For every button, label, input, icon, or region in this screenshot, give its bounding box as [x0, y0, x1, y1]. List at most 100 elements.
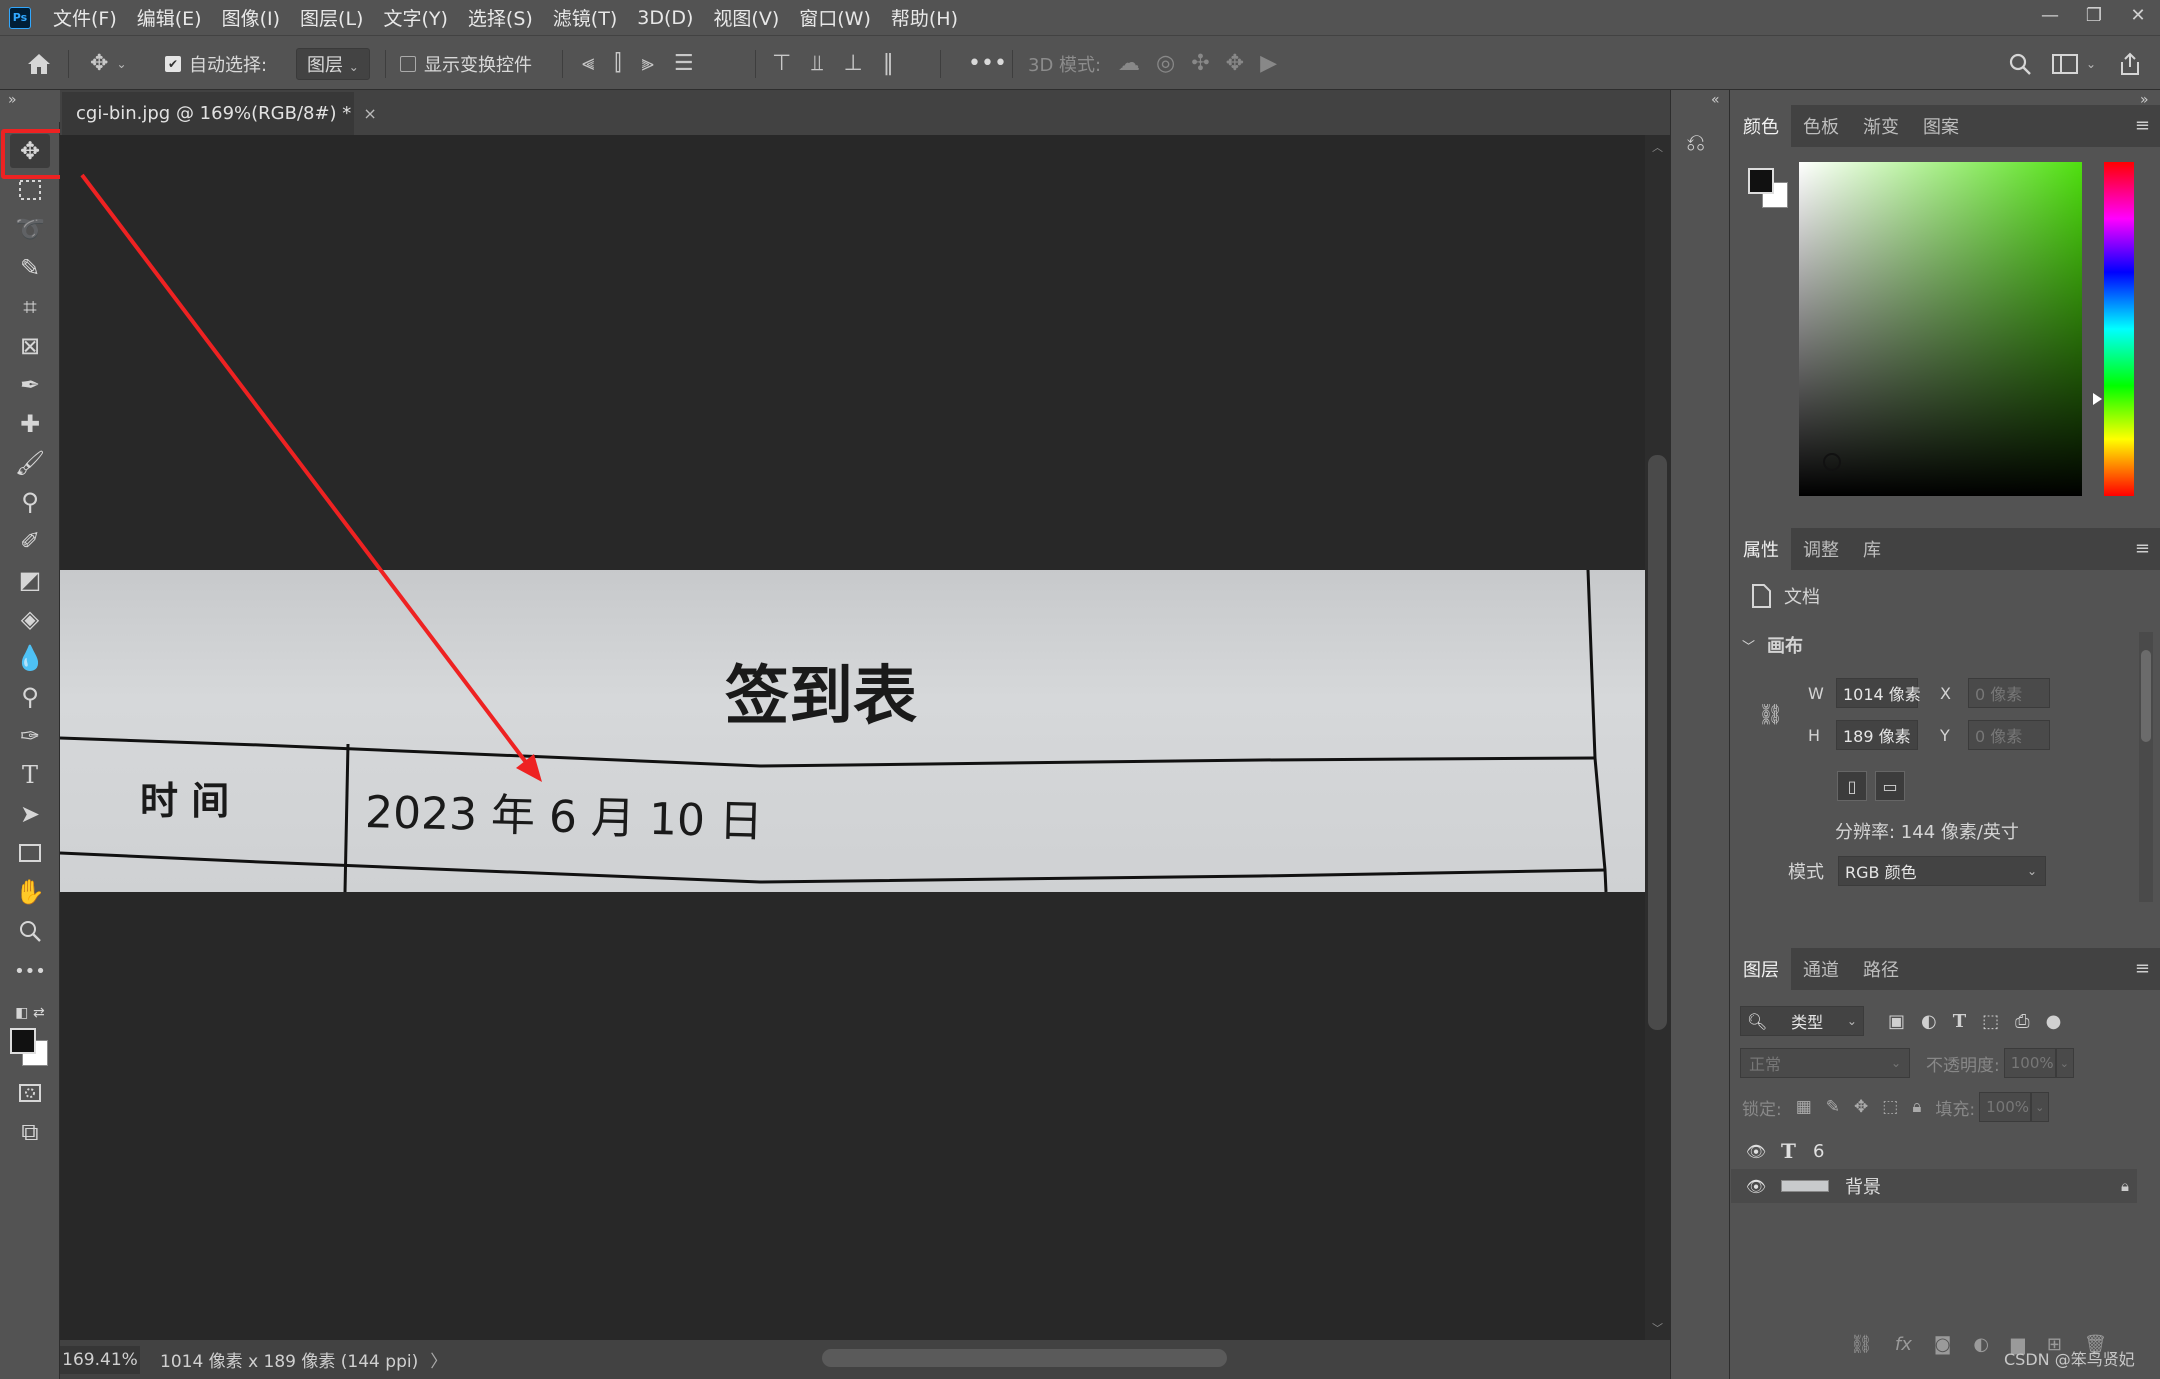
align-top-icon[interactable]: ⊤	[772, 51, 791, 76]
panel-menu-icon[interactable]: ≡	[2135, 958, 2150, 979]
blend-mode-dropdown[interactable]: 正常 ⌄	[1740, 1048, 1910, 1078]
lock-all-icon[interactable]: 🔒︎	[1912, 1097, 1921, 1117]
color-foreground-swatch[interactable]	[1748, 168, 1774, 194]
tab-properties[interactable]: 属性	[1731, 528, 1791, 570]
zoom-tool-icon[interactable]	[10, 914, 50, 948]
auto-select-checkbox[interactable]: ✔ 自动选择:	[165, 36, 267, 91]
link-layers-icon[interactable]: ⛓	[1850, 1334, 1873, 1355]
filter-toggle-icon[interactable]: ●	[2046, 1011, 2062, 1032]
zoom-level-field[interactable]: 169.41%	[60, 1345, 140, 1374]
tab-adjustments[interactable]: 调整	[1791, 528, 1851, 570]
tab-patterns[interactable]: 图案	[1911, 105, 1971, 147]
history-brush-tool-icon[interactable]: ✐	[10, 524, 50, 558]
restore-button[interactable]: ❐	[2072, 0, 2116, 30]
scroll-down-icon[interactable]: ﹀	[1652, 1320, 1663, 1336]
type-tool-icon[interactable]: T	[10, 758, 50, 792]
quick-mask-icon[interactable]	[10, 1076, 50, 1110]
hue-slider-marker[interactable]	[2093, 393, 2102, 405]
saturation-value-field[interactable]	[1799, 162, 2082, 496]
roll-3d-icon[interactable]: ◎	[1156, 51, 1175, 76]
history-panel-icon[interactable]: ⎌	[1686, 128, 1705, 156]
horizontal-scrollbar-thumb[interactable]	[822, 1349, 1227, 1367]
show-transform-checkbox[interactable]: 显示变换控件	[400, 36, 532, 91]
menu-file[interactable]: 文件(F)	[53, 4, 117, 31]
filter-pixel-icon[interactable]: ▣	[1888, 1011, 1905, 1032]
filter-type-icon[interactable]: T	[1953, 1011, 1966, 1032]
hand-tool-icon[interactable]: ✋	[10, 875, 50, 909]
eye-icon[interactable]: 👁︎	[1731, 1177, 1781, 1196]
close-button[interactable]: ✕	[2116, 0, 2160, 30]
layer-row-text[interactable]: 👁︎ T 6	[1731, 1134, 2137, 1168]
align-right-icon[interactable]: ⫸	[641, 51, 653, 76]
portrait-icon[interactable]: ▯	[1837, 771, 1867, 801]
dodge-tool-icon[interactable]: ⚲	[10, 680, 50, 714]
crop-tool-icon[interactable]: ⌗	[10, 290, 50, 324]
panel-menu-icon[interactable]: ≡	[2135, 115, 2150, 136]
scroll-up-icon[interactable]: ︿	[1652, 139, 1663, 155]
x-field[interactable]: 0 像素	[1968, 678, 2050, 708]
menu-layer[interactable]: 图层(L)	[300, 4, 363, 31]
opacity-field[interactable]: 100%	[2003, 1048, 2056, 1078]
align-vcenter-icon[interactable]: ⫫	[811, 51, 823, 76]
orbit-3d-icon[interactable]: ☁	[1118, 51, 1140, 76]
foreground-color-swatch[interactable]	[10, 1028, 36, 1054]
document-tab[interactable]: cgi-bin.jpg @ 169%(RGB/8#) * ×	[62, 92, 377, 135]
share-icon[interactable]	[2118, 36, 2142, 91]
canvas-section-header[interactable]: ﹀ 画布	[1742, 632, 1803, 658]
search-icon[interactable]	[2008, 36, 2032, 91]
layer-row-background[interactable]: 👁︎ 背景 🔒︎	[1731, 1169, 2137, 1203]
quick-selection-tool-icon[interactable]: ✎	[10, 251, 50, 285]
tab-gradients[interactable]: 渐变	[1851, 105, 1911, 147]
tab-channels[interactable]: 通道	[1791, 948, 1851, 990]
vertical-scrollbar-thumb[interactable]	[1648, 455, 1667, 1030]
align-hcenter-icon[interactable]: ⫿	[614, 51, 621, 76]
add-mask-icon[interactable]: ◙	[1934, 1334, 1951, 1355]
fill-dropdown-icon[interactable]: ⌄	[2031, 1092, 2050, 1122]
tab-swatches[interactable]: 色板	[1791, 105, 1851, 147]
tab-layers[interactable]: 图层	[1731, 948, 1791, 990]
properties-scrollbar[interactable]	[2139, 632, 2153, 902]
menu-3d[interactable]: 3D(D)	[637, 7, 693, 29]
close-document-icon[interactable]: ×	[363, 104, 376, 123]
color-mode-dropdown[interactable]: RGB 颜色 ⌄	[1838, 856, 2046, 886]
layer-filter-dropdown[interactable]: 🔍︎ 类型 ⌄	[1740, 1006, 1864, 1036]
healing-brush-tool-icon[interactable]: ✚	[10, 407, 50, 441]
filter-smart-object-icon[interactable]: ⎙	[2015, 1011, 2029, 1032]
filter-shape-icon[interactable]: ⬚	[1982, 1011, 1999, 1032]
default-colors-icon[interactable]: ◧ ⇄	[10, 996, 50, 1030]
distribute-vertical-icon[interactable]: ‖	[883, 51, 894, 76]
tab-libraries[interactable]: 库	[1851, 528, 1893, 570]
eye-icon[interactable]: 👁︎	[1731, 1142, 1781, 1161]
brush-tool-icon[interactable]: 🖌	[10, 446, 50, 480]
opacity-dropdown-icon[interactable]: ⌄	[2055, 1048, 2074, 1078]
align-left-icon[interactable]: ⫷	[582, 51, 594, 76]
lock-position-icon[interactable]: ✥	[1854, 1097, 1868, 1117]
rectangle-tool-icon[interactable]	[10, 836, 50, 870]
workspace-icon[interactable]: ⌄	[2052, 36, 2096, 91]
fill-field[interactable]: 100%	[1979, 1092, 2032, 1122]
hue-slider[interactable]	[2104, 162, 2134, 496]
pan-3d-icon[interactable]: ✣	[1191, 51, 1209, 76]
landscape-icon[interactable]: ▭	[1875, 771, 1905, 801]
lasso-tool-icon[interactable]: ➰	[10, 212, 50, 246]
eraser-tool-icon[interactable]: ◩	[10, 563, 50, 597]
clone-stamp-tool-icon[interactable]: ⚲	[10, 485, 50, 519]
y-field[interactable]: 0 像素	[1968, 720, 2050, 750]
tab-paths[interactable]: 路径	[1851, 948, 1911, 990]
lock-image-icon[interactable]: ✎	[1826, 1097, 1840, 1117]
camera-3d-icon[interactable]: ▶	[1260, 51, 1277, 76]
align-bottom-icon[interactable]: ⊥	[844, 51, 863, 76]
home-icon[interactable]	[26, 36, 52, 91]
lock-transparent-icon[interactable]: ▦	[1796, 1097, 1812, 1117]
edit-toolbar-icon[interactable]: •••	[10, 954, 50, 988]
menu-window[interactable]: 窗口(W)	[799, 4, 871, 31]
minimize-button[interactable]: —	[2028, 0, 2072, 30]
eyedropper-tool-icon[interactable]: ✒	[10, 368, 50, 402]
color-picker-cursor[interactable]	[1823, 453, 1841, 471]
move-tool-preset-icon[interactable]: ✥ ⌄	[90, 36, 127, 91]
link-dimensions-icon[interactable]: ⛓	[1758, 702, 1783, 726]
frame-tool-icon[interactable]: ⊠	[10, 329, 50, 363]
lock-artboard-icon[interactable]: ⬚	[1882, 1097, 1898, 1117]
menu-edit[interactable]: 编辑(E)	[137, 4, 202, 31]
menu-filter[interactable]: 滤镜(T)	[553, 4, 617, 31]
